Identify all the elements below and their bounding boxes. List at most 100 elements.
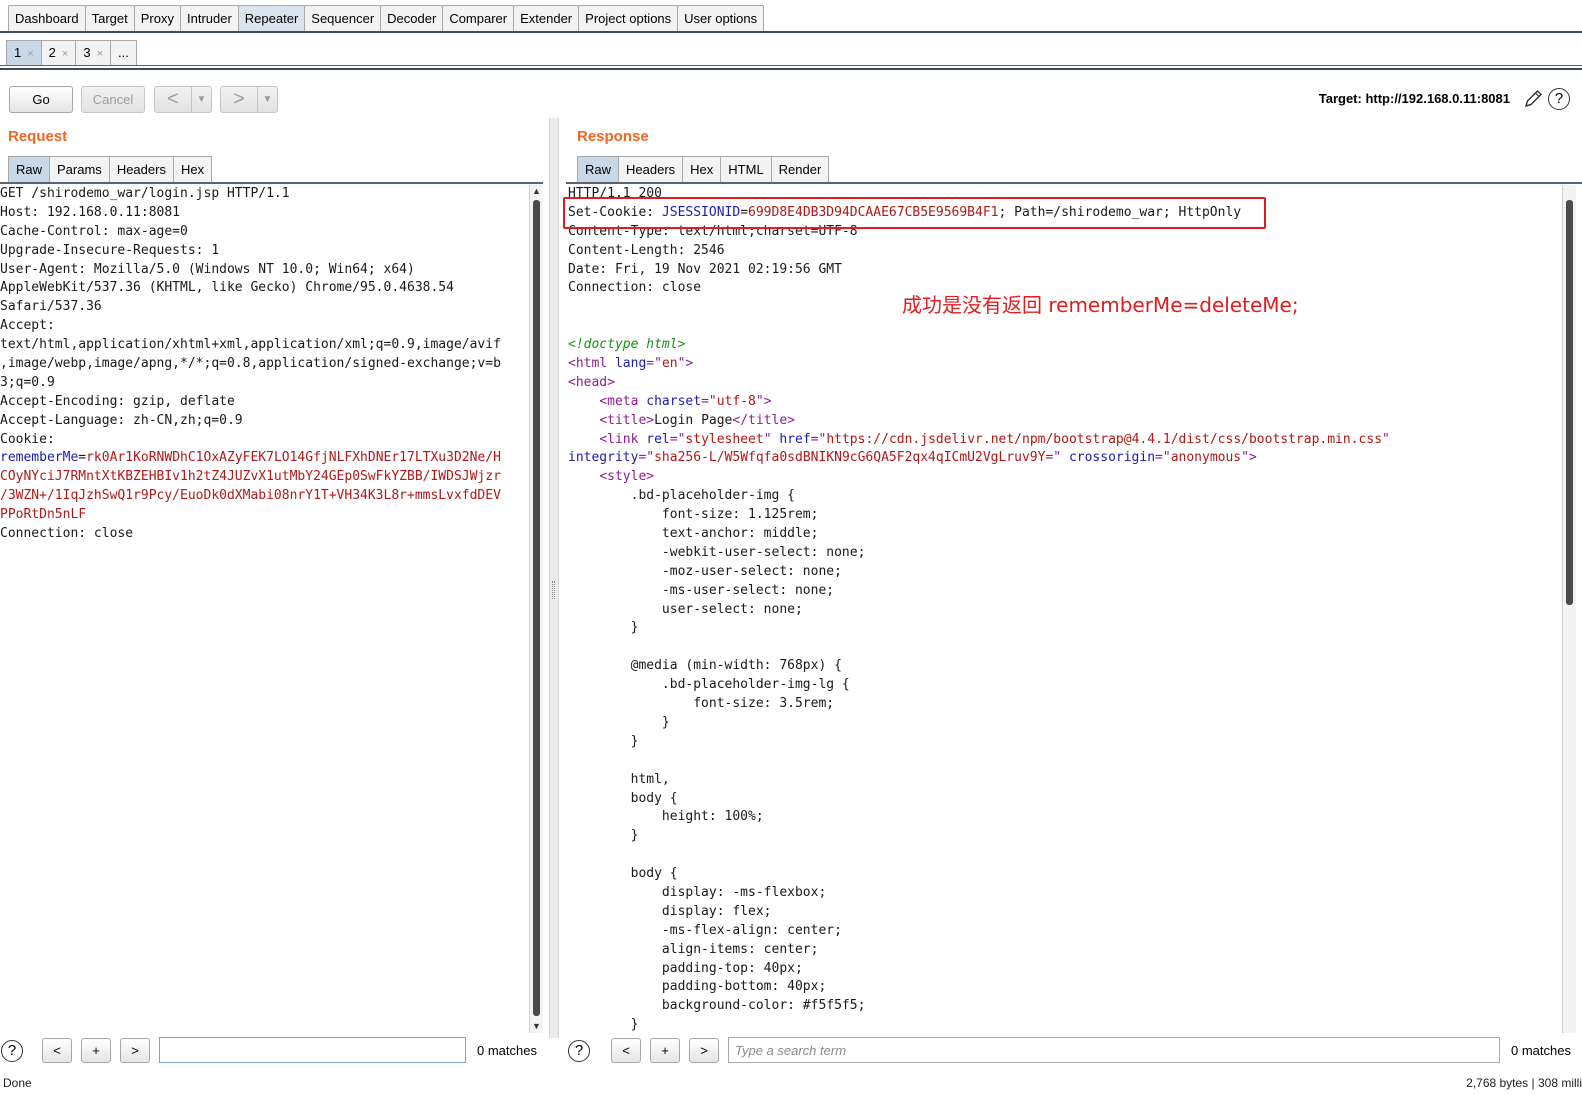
code-token: body { [568,790,678,806]
request-tab-headers[interactable]: Headers [108,156,174,182]
response-line: -moz-user-select: none; [568,563,1390,582]
tab-sequencer[interactable]: Sequencer [304,5,382,31]
code-token: crossorigin [1068,450,1156,466]
code-token: "> [677,356,694,372]
request-tab-hex[interactable]: Hex [172,156,213,182]
tab-project-options[interactable]: Project options [578,5,679,31]
forward-dropdown-icon[interactable]: ▼ [257,87,277,112]
response-search-prev-button[interactable]: < [611,1038,641,1063]
response-line: .bd-placeholder-img { [568,487,1390,506]
code-token: = [78,450,87,466]
request-search-prev-button[interactable]: < [42,1038,72,1063]
go-button[interactable]: Go [9,86,73,113]
code-token: padding-bottom: 40px; [568,979,827,995]
response-scroll-thumb[interactable] [1566,200,1573,605]
close-tab-icon[interactable]: × [27,48,33,60]
tab-intruder[interactable]: Intruder [179,5,239,31]
code-token: background-color: #f5f5f5; [568,998,866,1014]
repeater-tab-3[interactable]: 3 × [75,40,112,65]
code-token: Accept: [0,318,55,334]
request-editor[interactable]: GET /shirodemo_war/login.jsp HTTP/1.1 Hos… [0,185,530,1033]
request-line: Cache-Control: max-age=0 [0,223,501,242]
request-tab-params[interactable]: Params [49,156,110,182]
tab-proxy[interactable]: Proxy [133,5,181,31]
status-text: Done [3,1076,32,1090]
response-tab-render[interactable]: Render [770,156,830,182]
response-tab-raw[interactable]: Raw [577,156,620,182]
tab-repeater[interactable]: Repeater [237,5,306,31]
tab-user-options[interactable]: User options [677,5,765,31]
splitter-grip-icon[interactable] [552,581,555,599]
code-token: } [568,733,639,749]
code-token: Connection: close [0,526,134,542]
response-scrollbar[interactable] [1562,185,1576,1033]
code-token: =" [701,393,717,409]
help-icon[interactable]: ? [1548,88,1570,110]
response-tab-hex[interactable]: Hex [682,156,722,182]
request-matches-count: 0 matches [477,1043,537,1058]
code-token: Cache-Control: max-age=0 [0,223,188,239]
close-tab-icon[interactable]: × [97,48,103,60]
response-line: <title>Login Page</title> [568,412,1390,431]
repeater-panel-border [0,68,1582,70]
response-line: -ms-flex-align: center; [568,922,1390,941]
repeater-tab-1[interactable]: 1 × [6,40,42,65]
main-tab-bar: Dashboard Target Proxy Intruder Repeater Sequ… [0,0,1582,33]
repeater-tab-more[interactable]: ... [110,40,137,65]
code-token: Cookie: [0,431,55,447]
repeater-tab-2[interactable]: 2 × [40,40,77,65]
tab-comparer[interactable]: Comparer [442,5,515,31]
tab-extender[interactable]: Extender [513,5,580,31]
code-token: anonymous [1170,450,1242,466]
back-dropdown-icon[interactable]: ▼ [191,87,211,112]
code-token: https://cdn.jsdelivr.net/npm/bootstrap@4… [826,431,1383,447]
close-tab-icon[interactable]: × [62,48,68,60]
tab-target[interactable]: Target [84,5,135,31]
request-search-help-icon[interactable]: ? [1,1040,23,1062]
edit-target-pencil-icon[interactable] [1522,88,1544,110]
cancel-button[interactable]: Cancel [81,86,145,113]
code-token: } [568,714,670,730]
repeater-tab-label: 1 [14,45,22,60]
request-line: Host: 192.168.0.11:8081 [0,204,501,223]
response-tab-underline [566,182,1582,184]
code-token: =" [1155,450,1171,466]
response-line: } [568,619,1390,638]
panel-splitter[interactable] [549,118,559,1038]
code-token: COyNYciJ7RMntXtKBZEHBIv1h2tZ4JUZvX1utMbY… [0,469,501,485]
code-token: .bd-placeholder-img { [568,488,795,504]
tab-dashboard[interactable]: Dashboard [8,5,86,31]
response-search-input[interactable] [728,1037,1500,1063]
response-view-tabs: Raw Headers Hex HTML Render [577,156,830,182]
code-token: Content-Length: 2546 [568,242,725,258]
scroll-up-icon[interactable]: ▲ [530,185,543,198]
request-scrollbar[interactable]: ▲ ▼ [529,185,543,1033]
code-token: utf-8 [716,393,756,409]
tab-decoder[interactable]: Decoder [380,5,444,31]
response-size-timing: 2,768 bytes | 308 millis [1466,1076,1582,1090]
request-line: Upgrade-Insecure-Requests: 1 [0,242,501,261]
forward-history-button[interactable]: > ▼ [220,86,278,113]
scroll-down-icon[interactable]: ▼ [530,1020,543,1033]
response-title: Response [577,128,649,145]
request-scroll-thumb[interactable] [533,200,540,1016]
response-tab-headers[interactable]: Headers [618,156,684,182]
code-token: } [568,828,639,844]
response-search-add-button[interactable]: + [650,1038,680,1063]
request-line: Accept-Language: zh-CN,zh;q=0.9 [0,412,501,431]
code-token: integrity [568,450,639,466]
request-tab-raw[interactable]: Raw [8,156,51,182]
request-line: ,image/webp,image/apng,*/*;q=0.8,applica… [0,355,501,374]
request-search-add-button[interactable]: + [81,1038,111,1063]
response-search-next-button[interactable]: > [689,1038,719,1063]
response-line: <html lang="en"> [568,355,1390,374]
response-search-help-icon[interactable]: ? [568,1040,590,1062]
response-line: body { [568,790,1390,809]
back-history-button[interactable]: < ▼ [154,86,212,113]
request-search-input[interactable] [159,1037,466,1063]
request-search-next-button[interactable]: > [120,1038,150,1063]
code-token: stylesheet [685,431,764,447]
code-token: sha256-L/W5Wfqfa0sdBNIKN9cG6QA5F2qx4qICm… [654,450,1054,466]
response-tab-html[interactable]: HTML [720,156,772,182]
forward-arrow-icon: > [233,88,245,110]
